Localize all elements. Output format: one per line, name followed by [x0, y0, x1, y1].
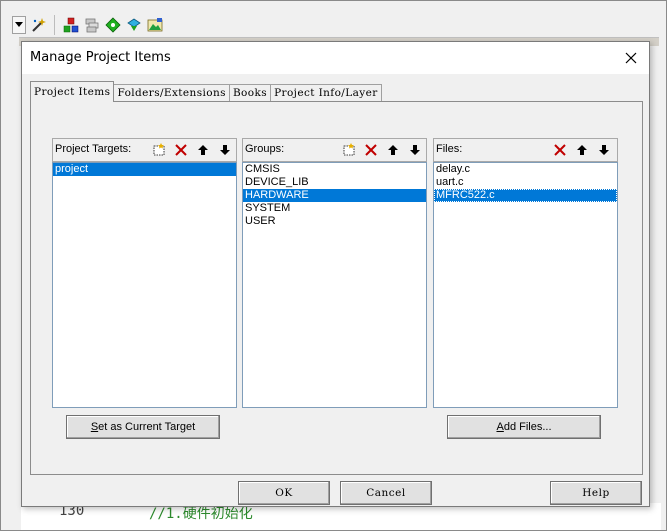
tab-strip: Project Items Folders/Extensions Books P…: [30, 80, 382, 102]
set-current-target-button[interactable]: Set as Current Target: [66, 415, 220, 439]
manage-components-icon[interactable]: [62, 16, 80, 34]
list-item-file[interactable]: uart.c: [434, 176, 617, 189]
list-item-file[interactable]: delay.c: [434, 163, 617, 176]
select-packs-icon[interactable]: [104, 16, 122, 34]
help-button[interactable]: Help: [550, 481, 642, 505]
pack-installer-icon[interactable]: [125, 16, 143, 34]
tab-project-items[interactable]: Project Items: [30, 81, 115, 102]
manage-project-items-dialog: Manage Project Items Project Items Folde…: [21, 41, 650, 507]
new-target-icon[interactable]: [148, 140, 170, 160]
groups-header: Groups:: [242, 138, 427, 162]
add-files-label: dd Files...: [503, 421, 552, 433]
project-targets-header: Project Targets:: [52, 138, 237, 162]
file-extensions-icon[interactable]: [83, 16, 101, 34]
dialog-title-bar[interactable]: Manage Project Items: [22, 42, 649, 74]
toolbar-separator: [54, 15, 55, 35]
move-group-down-icon[interactable]: [404, 140, 426, 160]
set-target-label: et as Current Target: [98, 421, 196, 433]
delete-file-icon[interactable]: [549, 140, 571, 160]
tab-books[interactable]: Books: [228, 84, 272, 102]
dialog-title: Manage Project Items: [30, 50, 171, 65]
dropdown-arrow-icon[interactable]: [12, 16, 26, 34]
delete-target-icon[interactable]: [170, 140, 192, 160]
list-item-group[interactable]: HARDWARE: [243, 189, 426, 202]
set-target-mnemonic: S: [90, 421, 99, 433]
list-item-group[interactable]: DEVICE_LIB: [243, 176, 426, 189]
add-files-mnemonic: A: [496, 421, 504, 433]
toolbar-group: [12, 15, 164, 35]
ok-button[interactable]: OK: [238, 481, 330, 505]
list-item-group[interactable]: USER: [243, 215, 426, 228]
files-header: Files:: [433, 138, 618, 162]
list-item-file[interactable]: MFRC522.c: [434, 189, 617, 202]
files-list[interactable]: delay.c uart.c MFRC522.c: [433, 162, 618, 408]
groups-toolbar: [338, 140, 426, 160]
ide-toolbar: [6, 9, 658, 39]
new-group-icon[interactable]: [338, 140, 360, 160]
move-file-up-icon[interactable]: [571, 140, 593, 160]
project-targets-title: Project Targets:: [55, 143, 132, 155]
magic-wand-icon[interactable]: [29, 16, 47, 34]
project-items-panel: Project Targets: project Groups: CMSIS D…: [30, 101, 643, 475]
ide-editor-area: [21, 503, 661, 530]
add-files-button[interactable]: Add Files...: [447, 415, 601, 439]
list-item-target[interactable]: project: [53, 163, 236, 176]
move-target-up-icon[interactable]: [192, 140, 214, 160]
close-icon[interactable]: [621, 48, 641, 68]
tab-folders-extensions[interactable]: Folders/Extensions: [113, 84, 230, 102]
list-item-group[interactable]: CMSIS: [243, 163, 426, 176]
screenshot-frame: 130 //1.硬件初始化 Manage Project Items Proje…: [0, 0, 667, 531]
files-title: Files:: [436, 143, 463, 155]
dialog-client-area: Project Items Folders/Extensions Books P…: [22, 74, 649, 506]
delete-group-icon[interactable]: [360, 140, 382, 160]
files-toolbar: [549, 140, 615, 160]
move-file-down-icon[interactable]: [593, 140, 615, 160]
layer-icon[interactable]: [146, 16, 164, 34]
move-group-up-icon[interactable]: [382, 140, 404, 160]
cancel-button[interactable]: Cancel: [340, 481, 432, 505]
groups-title: Groups:: [245, 143, 285, 155]
move-target-down-icon[interactable]: [214, 140, 236, 160]
project-targets-toolbar: [148, 140, 236, 160]
groups-list[interactable]: CMSIS DEVICE_LIB HARDWARE SYSTEM USER: [242, 162, 427, 408]
project-targets-list[interactable]: project: [52, 162, 237, 408]
list-item-group[interactable]: SYSTEM: [243, 202, 426, 215]
tab-project-info-layer[interactable]: Project Info/Layer: [270, 84, 382, 102]
